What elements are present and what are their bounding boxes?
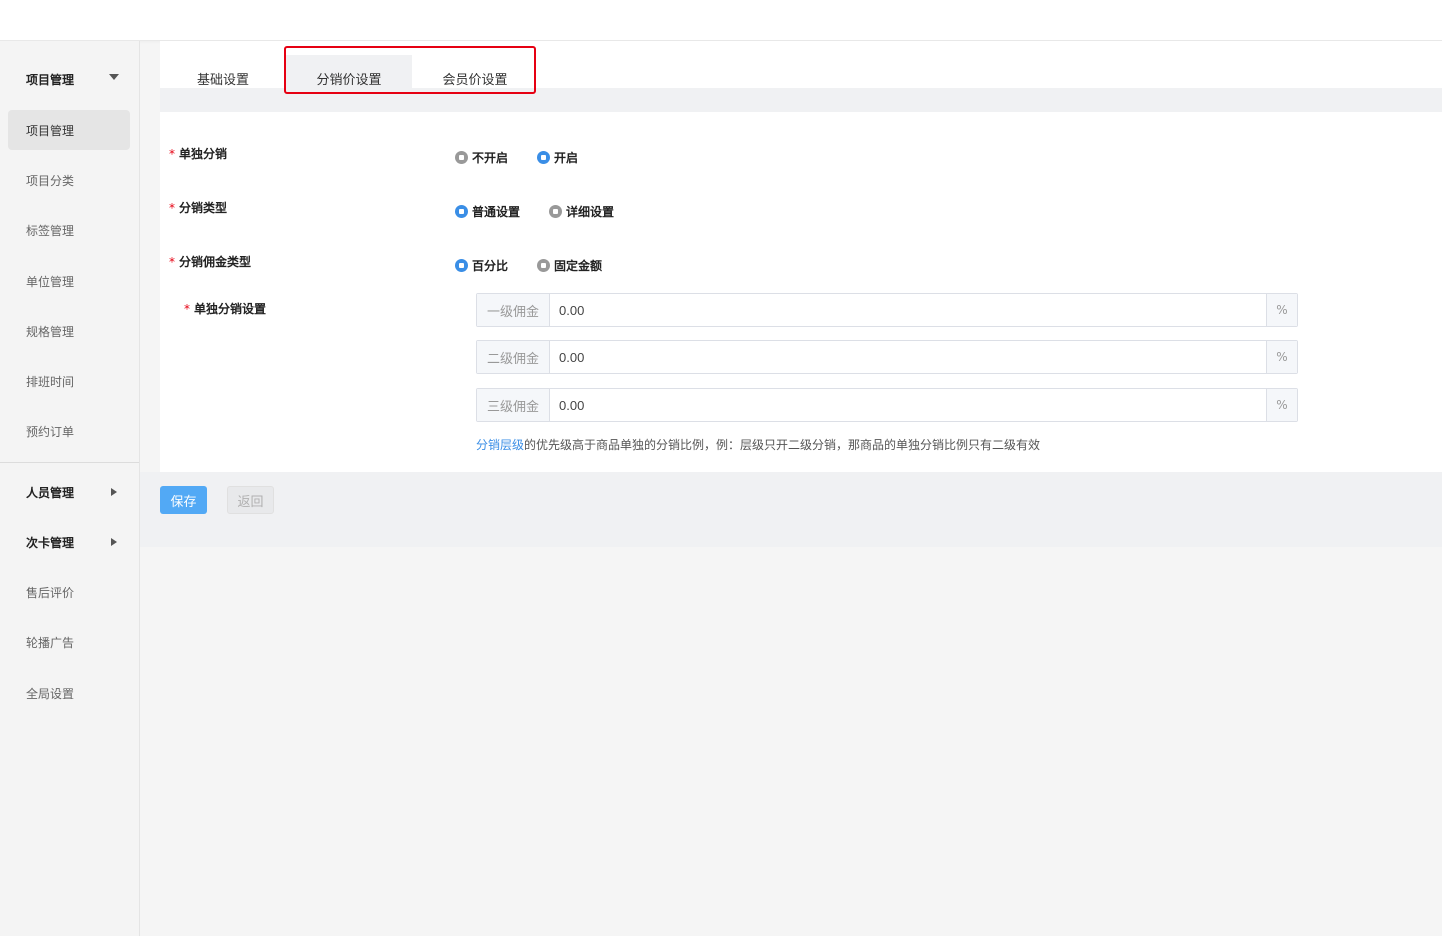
chevron-right-icon [111, 488, 117, 496]
input-prefix: 二级佣金 [477, 341, 550, 373]
required-asterisk: * [169, 201, 175, 215]
percent-suffix: % [1266, 294, 1297, 326]
percent-suffix: % [1266, 389, 1297, 421]
sidebar-item-label: 项目管理 [26, 123, 75, 138]
commission-level-1-group: 一级佣金 % [476, 293, 1298, 327]
sidebar-group-staff[interactable]: 人员管理 [0, 474, 139, 510]
radio-unchecked-icon [455, 151, 468, 164]
sidebar-item-label: 规格管理 [26, 324, 75, 339]
radio-checked-icon [455, 205, 468, 218]
form-label-commission-type: * 分销佣金类型 [169, 255, 252, 269]
sidebar-group-label: 人员管理 [26, 485, 75, 500]
sidebar-item-label: 标签管理 [26, 223, 75, 238]
sidebar-item-spec-management[interactable]: 规格管理 [8, 311, 130, 351]
sidebar: 项目管理 项目管理 项目分类 标签管理 单位管理 规格管理 排班时间 预约订单 … [0, 41, 140, 936]
form-label-standalone-settings: * 单独分销设置 [184, 302, 267, 316]
commission-level-2-group: 二级佣金 % [476, 340, 1298, 374]
chevron-down-icon [109, 74, 119, 80]
sidebar-item-unit-management[interactable]: 单位管理 [8, 261, 130, 301]
radio-standalone-off[interactable]: 不开启 [455, 149, 508, 166]
sidebar-item-label: 排班时间 [26, 374, 75, 389]
input-prefix: 一级佣金 [477, 294, 550, 326]
sidebar-item-label: 单位管理 [26, 274, 75, 289]
sidebar-item-booking-orders[interactable]: 预约订单 [8, 411, 130, 451]
sidebar-item-label: 轮播广告 [26, 635, 75, 650]
sidebar-item-project-category[interactable]: 项目分类 [8, 160, 130, 200]
tabs-bar: 基础设置 分销价设置 会员价设置 [160, 41, 1442, 101]
form-footer [140, 472, 1442, 547]
commission-level-1-input[interactable] [550, 294, 1266, 326]
sidebar-item-label: 全局设置 [26, 686, 75, 701]
sidebar-item-global-settings[interactable]: 全局设置 [8, 673, 130, 713]
radio-type-detailed[interactable]: 详细设置 [549, 203, 614, 220]
commission-level-3-input[interactable] [550, 389, 1266, 421]
form-label-standalone: * 单独分销 [169, 147, 228, 161]
percent-suffix: % [1266, 341, 1297, 373]
radio-type-normal[interactable]: 普通设置 [455, 203, 520, 220]
sidebar-item-label: 预约订单 [26, 424, 75, 439]
sidebar-item-carousel[interactable]: 轮播广告 [8, 622, 130, 662]
sidebar-group-label: 项目管理 [26, 72, 75, 87]
sidebar-group-label: 次卡管理 [26, 535, 75, 550]
radio-checked-icon [455, 259, 468, 272]
save-button[interactable]: 保存 [160, 486, 207, 514]
input-prefix: 三级佣金 [477, 389, 550, 421]
radio-standalone-on[interactable]: 开启 [537, 149, 578, 166]
sidebar-item-project-management[interactable]: 项目管理 [8, 110, 130, 150]
radio-commission-fixed[interactable]: 固定金额 [537, 257, 602, 274]
tabs-underline-area [160, 88, 1442, 112]
radio-commission-percent[interactable]: 百分比 [455, 257, 508, 274]
distribution-levels-link[interactable]: 分销层级 [476, 438, 524, 452]
sidebar-group-card[interactable]: 次卡管理 [0, 524, 139, 560]
distribution-hint: 分销层级的优先级高于商品单独的分销比例，例：层级只开二级分销，那商品的单独分销比… [476, 436, 1040, 453]
sidebar-item-label: 售后评价 [26, 585, 75, 600]
sidebar-item-schedule-time[interactable]: 排班时间 [8, 361, 130, 401]
hint-text: 的优先级高于商品单独的分销比例，例：层级只开二级分销，那商品的单独分销比例只有二… [524, 438, 1041, 452]
required-asterisk: * [169, 255, 175, 269]
chevron-right-icon [111, 538, 117, 546]
required-asterisk: * [184, 302, 190, 316]
sidebar-divider [0, 462, 139, 463]
required-asterisk: * [169, 147, 175, 161]
back-button[interactable]: 返回 [227, 486, 274, 514]
commission-level-2-input[interactable] [550, 341, 1266, 373]
sidebar-group-project[interactable]: 项目管理 [0, 61, 139, 97]
commission-level-3-group: 三级佣金 % [476, 388, 1298, 422]
sidebar-item-after-sales[interactable]: 售后评价 [8, 572, 130, 612]
sidebar-item-label: 项目分类 [26, 173, 75, 188]
radio-checked-icon [537, 151, 550, 164]
form-label-distribution-type: * 分销类型 [169, 201, 228, 215]
radio-unchecked-icon [537, 259, 550, 272]
top-header-bar [0, 0, 1442, 41]
sidebar-item-tag-management[interactable]: 标签管理 [8, 210, 130, 250]
radio-unchecked-icon [549, 205, 562, 218]
